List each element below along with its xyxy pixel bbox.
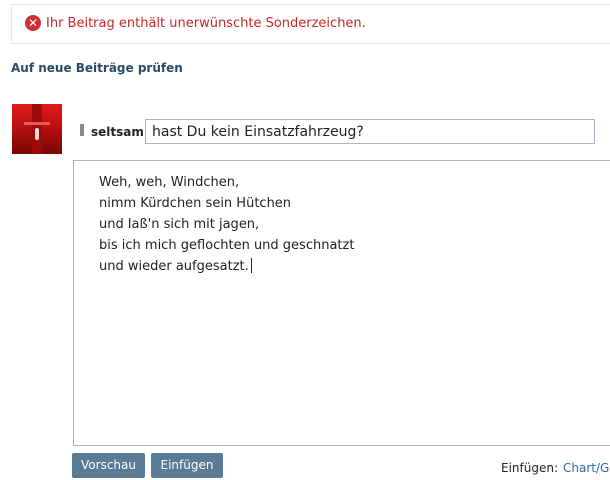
body-line: bis ich mich geflochten und geschnatzt [99,238,355,253]
check-new-posts-link[interactable]: Auf neue Beiträge prüfen [11,61,183,75]
avatar [12,104,62,154]
insert-button[interactable]: Einfügen [151,453,223,478]
body-line: Weh, weh, Windchen, [99,175,240,190]
body-line: und laß'n sich mit jagen, [99,217,260,232]
insert-label: Einfügen: [501,461,558,475]
error-circle-icon: ✕ [25,15,41,31]
reply-body-textarea[interactable]: Weh, weh, Windchen, nimm Kürdchen sein H… [73,160,610,446]
speaker-marker [80,124,84,136]
error-message-box: ✕ Ihr Beitrag enthält unerwünschte Sonde… [11,4,610,44]
error-message-text: Ihr Beitrag enthält unerwünschte Sonderz… [46,16,366,31]
body-line-text: und wieder aufgesatzt. [99,259,249,274]
reply-title-input[interactable] [145,119,595,144]
preview-button[interactable]: Vorschau [72,453,145,478]
insert-chart-link[interactable]: Chart/Gr [563,461,610,475]
body-line-last: und wieder aufgesatzt. [99,256,592,277]
text-caret [250,258,252,273]
speaker-name: seltsam: [91,125,149,139]
body-line: nimm Kürdchen sein Hütchen [99,196,292,211]
